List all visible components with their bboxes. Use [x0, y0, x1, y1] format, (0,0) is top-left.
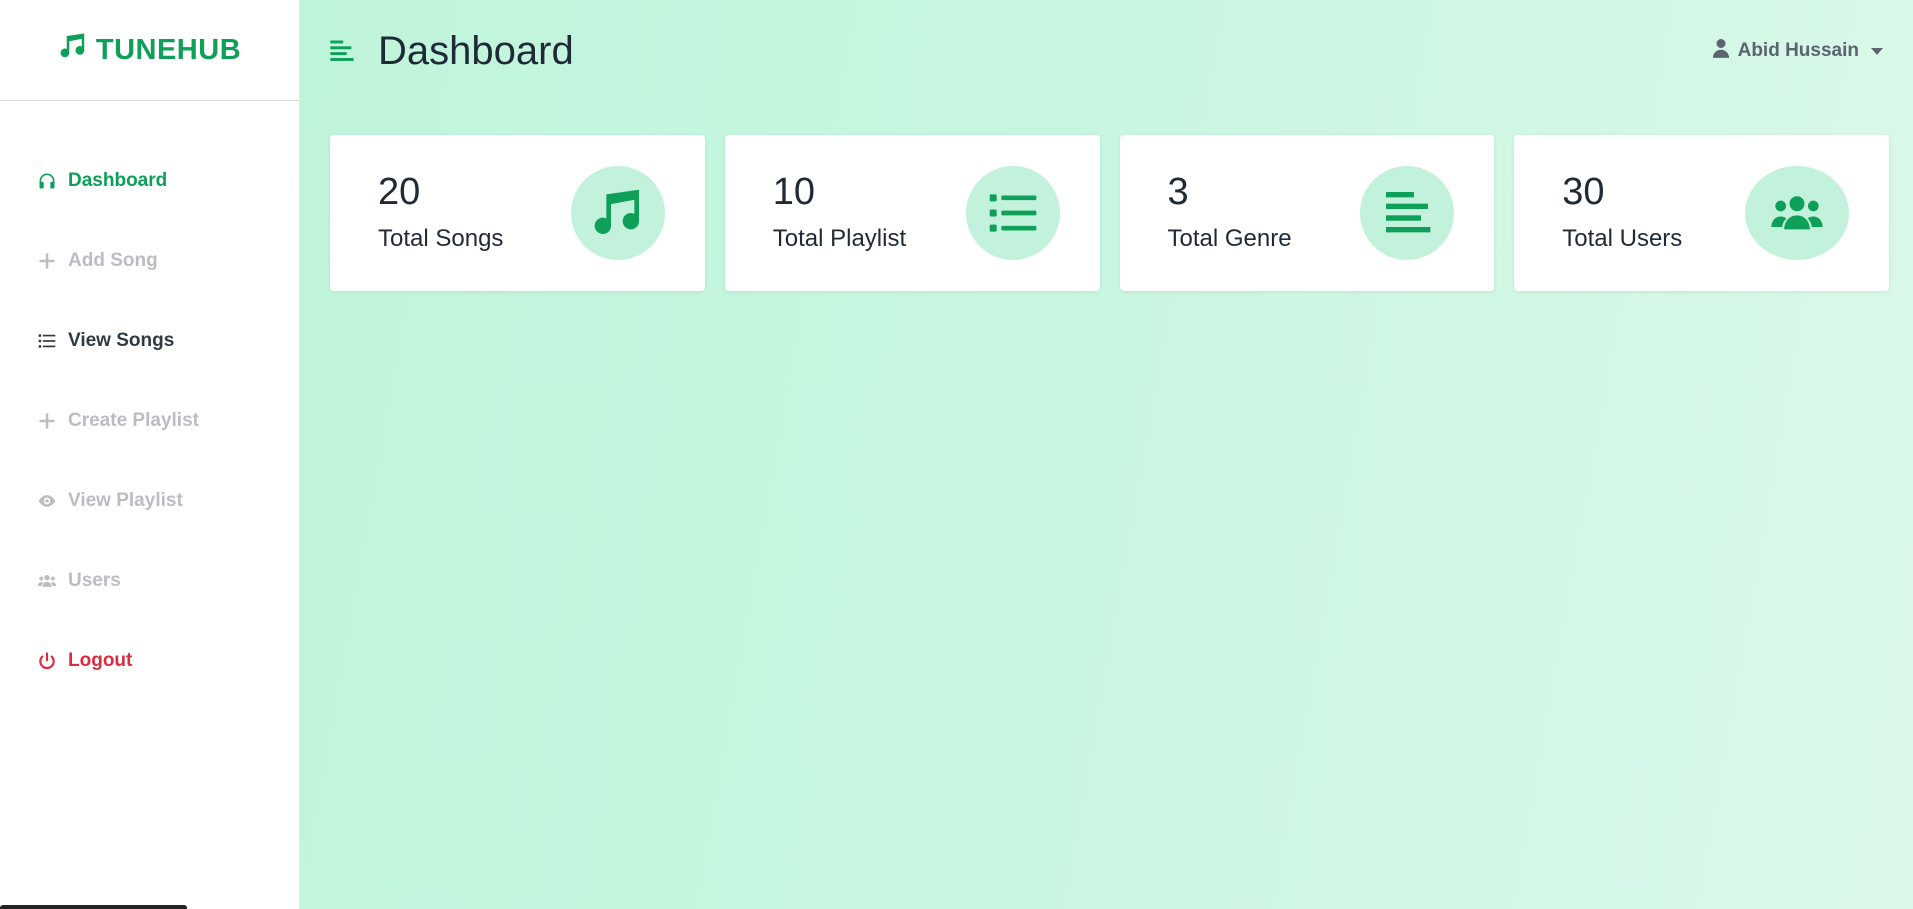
sidebar-item-view-playlist[interactable]: View Playlist [0, 461, 299, 541]
stat-card-songs: 20 Total Songs [330, 135, 705, 291]
brand-name: TUNEHUB [95, 33, 242, 66]
sidebar-item-label: View Playlist [68, 490, 183, 511]
users-icon [36, 570, 58, 592]
sidebar-item-create-playlist[interactable]: Create Playlist [0, 381, 299, 461]
sidebar-item-label: Users [68, 570, 121, 591]
power-icon [36, 650, 58, 672]
sidebar-item-users[interactable]: Users [0, 541, 299, 621]
sidebar-item-view-songs[interactable]: View Songs [0, 301, 299, 381]
stats-cards: 20 Total Songs 10 Total Playlist 3 Total… [300, 102, 1913, 291]
stat-card-users: 30 Total Users [1514, 135, 1889, 291]
horizontal-scrollbar[interactable] [0, 905, 187, 909]
stat-card-genre: 3 Total Genre [1119, 135, 1495, 291]
sidebar-item-label: View Songs [68, 330, 175, 351]
user-menu-dropdown[interactable]: Abid Hussain [1712, 38, 1883, 64]
stat-card-playlist: 10 Total Playlist [724, 135, 1100, 291]
music-note-icon [58, 31, 88, 69]
align-left-icon [1360, 166, 1455, 260]
users-icon [1745, 166, 1849, 260]
sidebar-item-logout[interactable]: Logout [0, 621, 299, 701]
list-icon [36, 330, 58, 352]
plus-icon [36, 250, 58, 272]
plus-icon [36, 410, 58, 432]
stat-label: Total Users [1562, 225, 1683, 252]
sidebar: TUNEHUB Dashboard Add Song View Songs Cr… [0, 0, 300, 909]
user-icon [1712, 38, 1730, 64]
stat-value: 3 [1167, 171, 1189, 213]
sidebar-item-label: Dashboard [68, 170, 168, 191]
sidebar-item-label: Add Song [68, 250, 158, 271]
chevron-down-icon [1871, 47, 1883, 55]
align-left-icon[interactable] [328, 36, 358, 66]
headphones-icon [36, 170, 58, 192]
stat-label: Total Genre [1167, 225, 1292, 252]
music-note-icon [570, 166, 665, 260]
stat-value: 10 [772, 171, 816, 213]
page-title: Dashboard [378, 28, 574, 73]
sidebar-item-add-song[interactable]: Add Song [0, 221, 299, 301]
sidebar-item-dashboard[interactable]: Dashboard [0, 141, 299, 221]
eye-icon [36, 490, 58, 512]
list-icon [965, 166, 1060, 260]
main-content: Dashboard Abid Hussain 20 Total Songs 10… [300, 0, 1913, 909]
sidebar-item-label: Create Playlist [68, 410, 199, 431]
sidebar-nav: Dashboard Add Song View Songs Create Pla… [0, 101, 299, 701]
sidebar-item-label: Logout [68, 650, 133, 671]
brand-logo[interactable]: TUNEHUB [0, 0, 299, 101]
stat-label: Total Playlist [772, 225, 907, 252]
top-bar: Dashboard Abid Hussain [300, 0, 1913, 102]
stat-value: 30 [1562, 171, 1605, 213]
user-name: Abid Hussain [1737, 40, 1859, 61]
stat-value: 20 [378, 171, 421, 213]
stat-label: Total Songs [378, 225, 504, 252]
